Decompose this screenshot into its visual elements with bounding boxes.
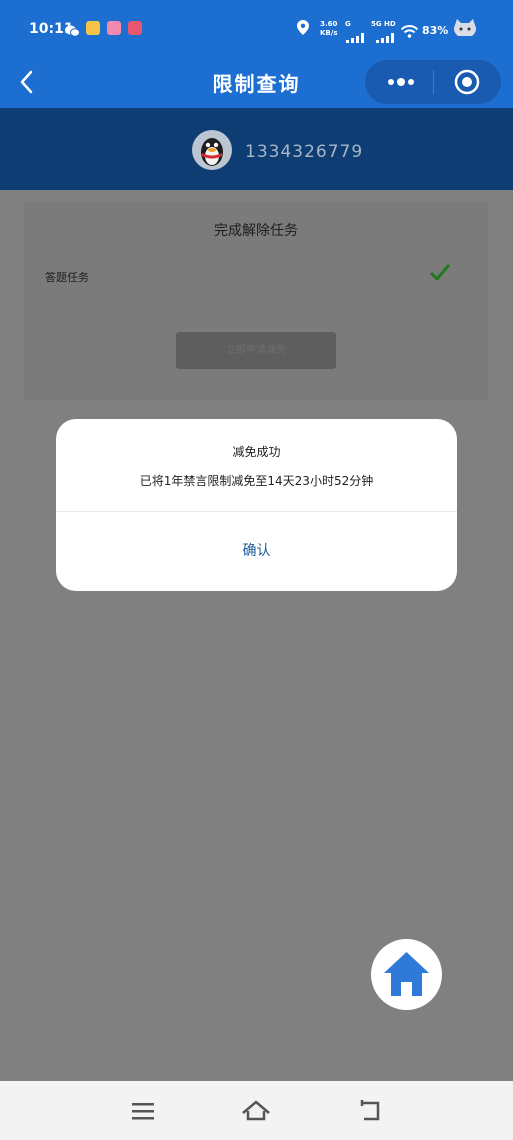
back-nav-button[interactable] <box>354 1095 386 1127</box>
task-name: 答题任务 <box>45 271 89 284</box>
home-fab-button[interactable] <box>371 939 442 1010</box>
dialog-title: 减免成功 <box>232 445 281 459</box>
user-banner: 1334326779 <box>0 108 513 190</box>
dialog-message: 已将1年禁言限制减免至14天23小时52分钟 <box>139 474 374 488</box>
qq-penguin-icon <box>201 138 223 166</box>
apply-reduction-button[interactable]: 立即申请减免 <box>176 332 336 369</box>
target-circle-icon <box>454 69 480 95</box>
card-title: 完成解除任务 <box>214 223 298 239</box>
checkmark-icon <box>430 264 450 286</box>
battery-percent: 83% <box>422 24 449 37</box>
signal-icon <box>346 28 366 47</box>
sim1-label: G <box>345 20 351 28</box>
back-arrow-icon <box>360 1100 380 1121</box>
mini-program-capsule <box>365 60 501 104</box>
more-button[interactable] <box>379 70 423 94</box>
user-id: 1334326779 <box>245 142 364 162</box>
wifi-icon <box>400 23 419 42</box>
home-icon <box>384 952 429 996</box>
avatar <box>192 130 232 170</box>
app-header: 限制查询 <box>0 56 513 108</box>
menu-button[interactable] <box>127 1095 159 1127</box>
confirm-button[interactable]: 确认 <box>56 512 457 591</box>
app-notification-icon <box>86 21 100 35</box>
success-dialog: 减免成功 已将1年禁言限制减免至14天23小时52分钟 确认 <box>56 419 457 591</box>
signal-icon <box>376 28 396 47</box>
location-icon <box>297 20 309 39</box>
status-bar: 10:11 3.60 KB/s G 5G HD 83% <box>0 0 513 56</box>
net-speed: 3.60 KB/s <box>320 20 338 37</box>
more-dots-icon <box>388 78 414 86</box>
app-notification-icon <box>107 21 121 35</box>
system-nav-bar <box>0 1081 513 1140</box>
app-notification-icon <box>128 21 142 35</box>
close-button[interactable] <box>453 68 481 96</box>
sim2-label: 5G HD <box>371 20 396 28</box>
wechat-icon <box>65 22 80 41</box>
home-outline-icon <box>242 1100 270 1121</box>
home-nav-button[interactable] <box>240 1095 272 1127</box>
cat-avatar-icon <box>452 19 478 42</box>
menu-icon <box>132 1103 154 1120</box>
task-card: 完成解除任务 答题任务 立即申请减免 <box>24 202 488 400</box>
capsule-divider <box>433 70 434 94</box>
